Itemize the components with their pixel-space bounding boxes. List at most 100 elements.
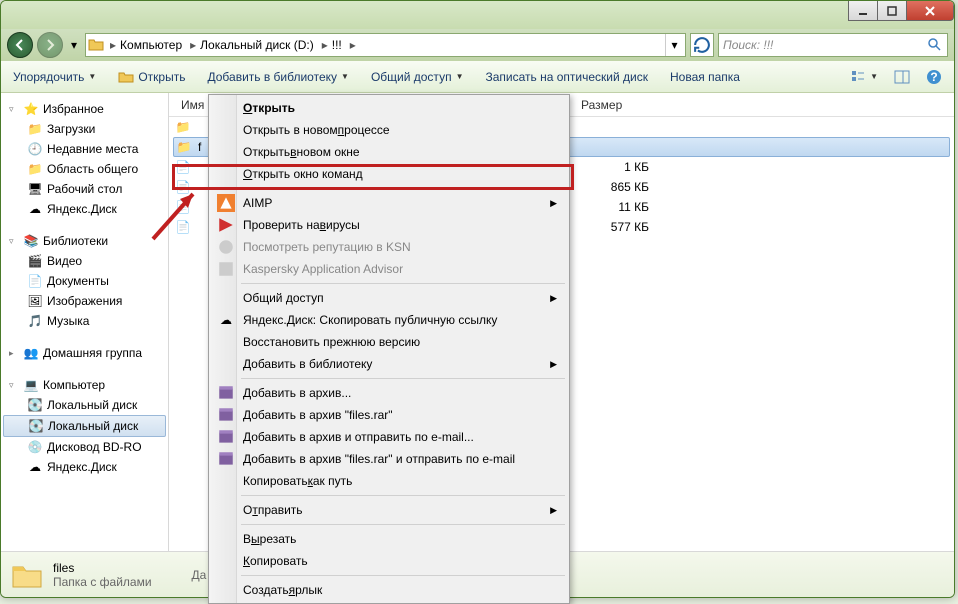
- history-dropdown[interactable]: ▾: [67, 32, 81, 58]
- col-size[interactable]: Размер: [575, 98, 665, 112]
- cm-aimp[interactable]: AIMP▶: [211, 192, 567, 214]
- share-button[interactable]: Общий доступ▼: [367, 68, 468, 86]
- status-type: Папка с файлами: [53, 575, 152, 589]
- cm-ksn: Посмотреть репутацию в KSN: [211, 236, 567, 258]
- folder-icon: [88, 37, 104, 53]
- cm-send[interactable]: Отправить▶: [211, 499, 567, 521]
- folder-icon: 📁: [27, 161, 43, 177]
- sidebar: ▿⭐Избранное 📁Загрузки 🕘Недавние места 📁О…: [1, 93, 169, 551]
- cm-open-cmd[interactable]: Открыть окно команд: [211, 163, 567, 185]
- star-icon: ⭐: [23, 101, 39, 117]
- sidebar-item-yadisk[interactable]: ☁Яндекс.Диск: [3, 199, 166, 219]
- sidebar-item-localc[interactable]: 💽Локальный диск: [3, 395, 166, 415]
- sidebar-item-pictures[interactable]: 🖼Изображения: [3, 291, 166, 311]
- cm-shortcut[interactable]: Создать ярлык: [211, 579, 567, 601]
- cm-open-new-process[interactable]: Открыть в новом процессе: [211, 119, 567, 141]
- breadcrumb-folder[interactable]: !!!: [332, 38, 342, 52]
- search-icon: [927, 37, 943, 53]
- cm-share[interactable]: Общий доступ▶: [211, 287, 567, 309]
- cm-copy[interactable]: Копировать: [211, 550, 567, 572]
- cm-cut[interactable]: Вырезать: [211, 528, 567, 550]
- toolbar: Упорядочить▼ Открыть Добавить в библиоте…: [1, 61, 954, 93]
- address-bar: ▾ ▸Компьютер ▸Локальный диск (D:) ▸!!! ▸…: [1, 29, 954, 61]
- burn-button[interactable]: Записать на оптический диск: [481, 68, 652, 86]
- cloud-icon: ☁: [27, 201, 43, 217]
- breadcrumb-drive[interactable]: Локальный диск (D:): [200, 38, 314, 52]
- cm-restore[interactable]: Восстановить прежнюю версию: [211, 331, 567, 353]
- folder-icon: 📁: [176, 139, 192, 155]
- breadcrumb[interactable]: ▸Компьютер ▸Локальный диск (D:) ▸!!! ▸ ▾: [85, 33, 686, 57]
- status-date-label: Да: [192, 568, 207, 582]
- sidebar-item-yadisk2[interactable]: ☁Яндекс.Диск: [3, 457, 166, 477]
- sidebar-item-downloads[interactable]: 📁Загрузки: [3, 119, 166, 139]
- sidebar-item-desktop[interactable]: 🖥Рабочий стол: [3, 179, 166, 199]
- cloud-icon: ☁: [27, 459, 43, 475]
- sidebar-libraries[interactable]: ▿📚Библиотеки: [3, 231, 166, 251]
- sidebar-item-public[interactable]: 📁Область общего: [3, 159, 166, 179]
- file-icon: 📄: [175, 159, 191, 175]
- cm-open-new-window[interactable]: Открыть в новом окне: [211, 141, 567, 163]
- music-icon: 🎵: [27, 313, 43, 329]
- cm-open[interactable]: Открыть: [211, 97, 567, 119]
- cm-arch4[interactable]: Добавить в архив "files.rar" и отправить…: [211, 448, 567, 470]
- path-dropdown[interactable]: ▾: [665, 34, 683, 56]
- breadcrumb-computer[interactable]: Компьютер: [120, 38, 182, 52]
- cm-addlib[interactable]: Добавить в библиотеку▶: [211, 353, 567, 375]
- preview-pane-button[interactable]: [890, 67, 914, 87]
- view-button[interactable]: ▼: [846, 67, 882, 87]
- desktop-icon: 🖥: [27, 181, 43, 197]
- cm-arch2[interactable]: Добавить в архив "files.rar": [211, 404, 567, 426]
- recent-icon: 🕘: [27, 141, 43, 157]
- document-icon: 📄: [27, 273, 43, 289]
- kaspersky-icon: [217, 216, 235, 234]
- aimp-icon: [217, 194, 235, 212]
- file-icon: 📄: [175, 179, 191, 195]
- rar-icon: [217, 384, 235, 402]
- maximize-button[interactable]: [877, 1, 907, 21]
- cm-kaa: Kaspersky Application Advisor: [211, 258, 567, 280]
- sidebar-item-recent[interactable]: 🕘Недавние места: [3, 139, 166, 159]
- sidebar-homegroup[interactable]: ▸👥Домашняя группа: [3, 343, 166, 363]
- picture-icon: 🖼: [27, 293, 43, 309]
- close-button[interactable]: [906, 1, 954, 21]
- sidebar-item-bdrom[interactable]: 💿Дисковод BD-RO: [3, 437, 166, 457]
- homegroup-icon: 👥: [23, 345, 39, 361]
- file-icon: 📄: [175, 219, 191, 235]
- svg-text:?: ?: [930, 70, 937, 84]
- cm-arch1[interactable]: Добавить в архив...: [211, 382, 567, 404]
- rar-icon: [217, 428, 235, 446]
- file-icon: 📄: [175, 199, 191, 215]
- sidebar-item-music[interactable]: 🎵Музыка: [3, 311, 166, 331]
- refresh-button[interactable]: [690, 33, 714, 57]
- cm-yalink[interactable]: ☁Яндекс.Диск: Скопировать публичную ссыл…: [211, 309, 567, 331]
- search-input[interactable]: Поиск: !!!: [718, 33, 948, 57]
- forward-button[interactable]: [37, 32, 63, 58]
- rar-icon: [217, 406, 235, 424]
- help-button[interactable]: ?: [922, 67, 946, 87]
- titlebar: [1, 1, 954, 29]
- open-button[interactable]: Открыть: [114, 67, 189, 87]
- sidebar-computer[interactable]: ▿💻Компьютер: [3, 375, 166, 395]
- video-icon: 🎬: [27, 253, 43, 269]
- minimize-button[interactable]: [848, 1, 878, 21]
- add-library-button[interactable]: Добавить в библиотеку▼: [203, 68, 352, 86]
- new-folder-button[interactable]: Новая папка: [666, 68, 744, 86]
- search-placeholder: Поиск: !!!: [723, 38, 773, 52]
- cm-scan[interactable]: Проверить на вирусы: [211, 214, 567, 236]
- computer-icon: 💻: [23, 377, 39, 393]
- drive-icon: 💽: [28, 418, 44, 434]
- kaa-icon: [217, 260, 235, 278]
- organize-button[interactable]: Упорядочить▼: [9, 68, 100, 86]
- back-button[interactable]: [7, 32, 33, 58]
- cloud-icon: ☁: [217, 311, 235, 329]
- folder-icon: 📁: [27, 121, 43, 137]
- sidebar-item-video[interactable]: 🎬Видео: [3, 251, 166, 271]
- cm-copypath[interactable]: Копировать как путь: [211, 470, 567, 492]
- sidebar-favorites[interactable]: ▿⭐Избранное: [3, 99, 166, 119]
- status-name: files: [53, 561, 152, 575]
- sidebar-item-locald[interactable]: 💽Локальный диск: [3, 415, 166, 437]
- cm-arch3[interactable]: Добавить в архив и отправить по e-mail..…: [211, 426, 567, 448]
- context-menu: Открыть Открыть в новом процессе Открыть…: [208, 94, 570, 604]
- sidebar-item-documents[interactable]: 📄Документы: [3, 271, 166, 291]
- folder-open-icon: [118, 69, 134, 85]
